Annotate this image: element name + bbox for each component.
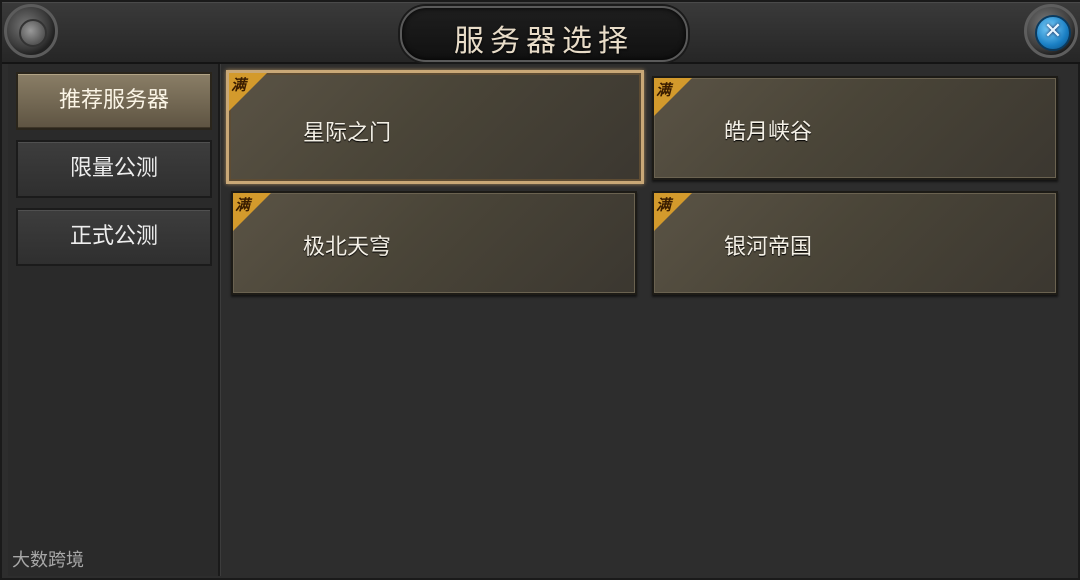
server-card-yinhediguo[interactable]: 满 银河帝国: [652, 191, 1058, 295]
full-badge: 满: [233, 193, 271, 231]
server-card-jibeitianqiong[interactable]: 满 极北天穹: [231, 191, 637, 295]
orb-ornament-icon: [4, 4, 58, 58]
watermark: 大数跨境: [12, 550, 84, 571]
window-title: 服务器选择: [454, 24, 634, 59]
full-badge: 满: [654, 78, 692, 116]
server-card-xingjizhimen[interactable]: 满 星际之门: [226, 70, 644, 184]
tab-official-beta[interactable]: 正式公测: [16, 208, 212, 266]
server-select-window: 服务器选择 ✕ 推荐服务器 限量公测 正式公测 满 星际之门 满 皓月峡谷 满 …: [0, 0, 1080, 580]
server-name: 皓月峡谷: [724, 120, 813, 145]
server-name: 极北天穹: [303, 235, 392, 260]
tab-limited-beta[interactable]: 限量公测: [16, 140, 212, 198]
tab-recommended-servers[interactable]: 推荐服务器: [16, 72, 212, 130]
full-badge: 满: [654, 193, 692, 231]
server-card-haoyuexiagu[interactable]: 满 皓月峡谷: [652, 76, 1058, 180]
server-name: 星际之门: [303, 121, 392, 146]
close-icon: ✕: [1035, 15, 1071, 51]
title-plate: 服务器选择: [400, 6, 688, 62]
title-bar: 服务器选择 ✕: [2, 2, 1080, 64]
full-badge: 满: [229, 73, 267, 111]
server-name: 银河帝国: [724, 235, 813, 260]
server-category-sidebar: 推荐服务器 限量公测 正式公测: [8, 64, 220, 576]
close-button[interactable]: ✕: [1024, 4, 1078, 58]
